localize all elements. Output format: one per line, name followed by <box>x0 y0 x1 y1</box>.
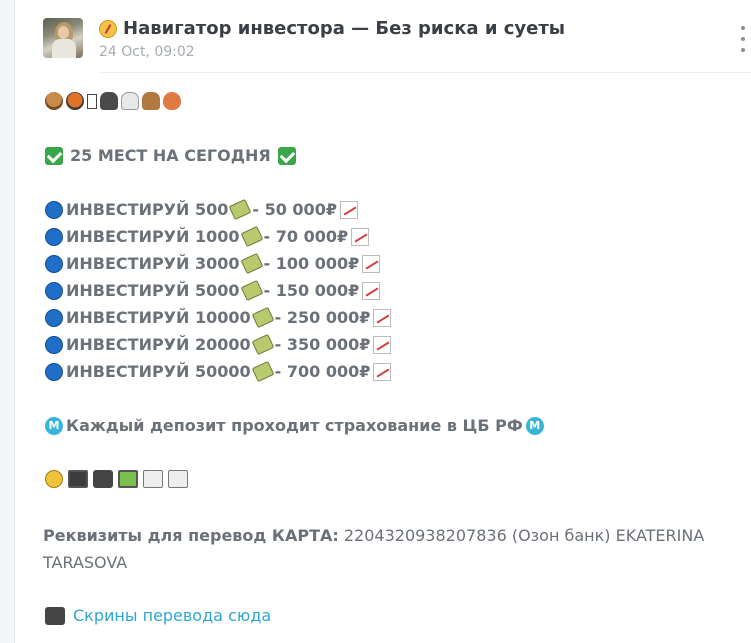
invest-result: - 250 000₽ <box>274 308 371 327</box>
check-mark-icon <box>45 146 63 165</box>
seats-line: 25 МЕСТ НА СЕГОДНЯ <box>45 146 296 165</box>
m-badge-icon: M <box>45 416 63 435</box>
llama-icon <box>142 92 160 110</box>
invest-line: ИНВЕСТИРУЙ 10000 - 250 000₽ <box>45 306 392 329</box>
screens-line: Скрины перевода сюда <box>45 606 271 625</box>
dog-icon <box>45 92 63 110</box>
money-icon <box>229 198 252 221</box>
invest-result: - 100 000₽ <box>263 254 360 273</box>
chart-increasing-icon <box>362 254 381 273</box>
blue-circle-icon <box>45 362 63 381</box>
compass-icon <box>99 19 117 38</box>
screens-link[interactable]: Скрины перевода сюда <box>73 606 271 625</box>
post-card: Навигатор инвестора — Без риска и суеты … <box>14 0 751 643</box>
blue-circle-icon <box>45 335 63 354</box>
invest-line: ИНВЕСТИРУЙ 50000 - 700 000₽ <box>45 360 392 383</box>
money-icon <box>240 252 263 275</box>
invest-line: ИНВЕСТИРУЙ 20000 - 350 000₽ <box>45 333 392 356</box>
invest-amount: ИНВЕСТИРУЙ 20000 <box>66 335 251 354</box>
chick-icon <box>163 92 181 110</box>
emoji-row <box>45 92 181 110</box>
camera-icon <box>93 470 113 488</box>
fax-icon <box>143 470 163 488</box>
blue-circle-icon <box>45 281 63 300</box>
check-mark-icon <box>277 146 296 165</box>
invest-result: - 150 000₽ <box>263 281 360 300</box>
blue-circle-icon <box>45 200 63 219</box>
invest-amount: ИНВЕСТИРУЙ 1000 <box>66 227 240 246</box>
m-badge-icon: M <box>525 416 544 435</box>
invest-amount: ИНВЕСТИРУЙ 50000 <box>66 362 251 381</box>
requisites: Реквизиты для перевод КАРТА: 22043209382… <box>43 522 723 576</box>
fax-icon <box>168 470 188 488</box>
camera-icon <box>45 606 65 625</box>
chart-increasing-icon <box>339 200 358 219</box>
goat-icon <box>121 92 139 110</box>
blue-circle-icon <box>45 254 63 273</box>
chart-increasing-icon <box>373 362 392 381</box>
money-icon <box>240 225 263 248</box>
invest-amount: ИНВЕСТИРУЙ 10000 <box>66 308 251 327</box>
money-icon <box>240 279 263 302</box>
invest-line: ИНВЕСТИРУЙ 5000 - 150 000₽ <box>45 279 381 302</box>
blue-circle-icon <box>45 308 63 327</box>
cash-icon <box>68 470 88 488</box>
unknown-glyph-icon <box>87 93 97 109</box>
invest-amount: ИНВЕСТИРУЙ 3000 <box>66 254 240 273</box>
coin-icon <box>45 470 63 488</box>
post-date: 24 Oct, 09:02 <box>99 44 195 60</box>
invest-result: - 50 000₽ <box>252 200 337 219</box>
pager-icon <box>118 470 138 488</box>
header-divider <box>99 72 751 73</box>
channel-avatar[interactable] <box>43 18 83 58</box>
invest-amount: ИНВЕСТИРУЙ 5000 <box>66 281 240 300</box>
invest-line: ИНВЕСТИРУЙ 1000 - 70 000₽ <box>45 225 370 248</box>
invest-result: - 350 000₽ <box>274 335 371 354</box>
invest-result: - 700 000₽ <box>274 362 371 381</box>
bird-icon <box>66 92 84 110</box>
money-icon <box>251 306 274 329</box>
insurance-line: M Каждый депозит проходит страхование в … <box>45 416 544 435</box>
post-header: Навигатор инвестора — Без риска и суеты <box>99 18 565 39</box>
blue-circle-icon <box>45 227 63 246</box>
channel-title[interactable]: Навигатор инвестора — Без риска и суеты <box>123 18 565 39</box>
cow-icon <box>100 92 118 110</box>
invest-result: - 70 000₽ <box>263 227 349 246</box>
invest-line: ИНВЕСТИРУЙ 500 - 50 000₽ <box>45 198 358 221</box>
insurance-text: Каждый депозит проходит страхование в ЦБ… <box>66 416 523 435</box>
money-icon <box>251 360 274 383</box>
more-menu-icon[interactable] <box>735 26 751 52</box>
chart-increasing-icon <box>373 335 392 354</box>
chart-increasing-icon <box>362 281 381 300</box>
invest-line: ИНВЕСТИРУЙ 3000 - 100 000₽ <box>45 252 381 275</box>
seats-text: 25 МЕСТ НА СЕГОДНЯ <box>70 146 271 165</box>
objects-row <box>45 470 188 488</box>
invest-amount: ИНВЕСТИРУЙ 500 <box>66 200 229 219</box>
requisites-label: Реквизиты для перевод КАРТА: <box>43 526 339 545</box>
chart-increasing-icon <box>351 227 370 246</box>
chart-increasing-icon <box>373 308 392 327</box>
money-icon <box>251 333 274 356</box>
